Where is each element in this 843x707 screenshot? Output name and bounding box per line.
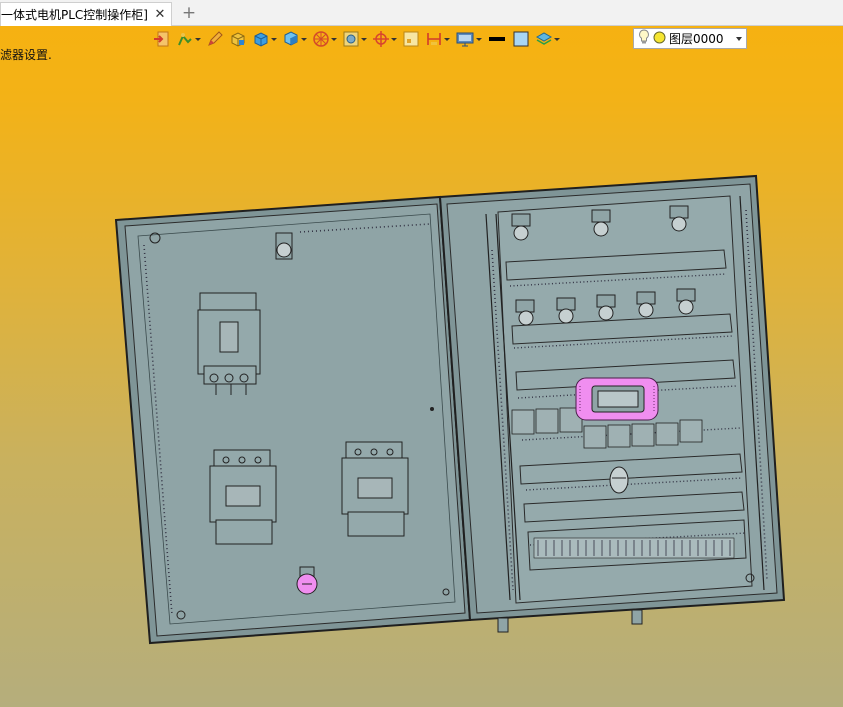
document-tab[interactable]: 一体式电机PLC控制操作柜] ✕ (0, 2, 172, 26)
chevron-down-icon[interactable] (443, 29, 450, 49)
chevron-down-icon[interactable] (732, 29, 746, 48)
display-icon[interactable] (455, 29, 482, 49)
chevron-down-icon[interactable] (475, 29, 482, 49)
layer-dropdown[interactable]: 图层0000 (633, 28, 747, 49)
selector-switch (609, 466, 629, 494)
close-icon[interactable]: ✕ (153, 7, 167, 22)
document-tab-title: 一体式电机PLC控制操作柜] (1, 8, 148, 22)
chevron-down-icon[interactable] (300, 29, 307, 49)
document-tab-bar: 一体式电机PLC控制操作柜] ✕ + (0, 0, 843, 26)
contactor-left (209, 449, 277, 545)
cube-view-icon[interactable] (282, 29, 307, 49)
indicator-lamp (275, 232, 293, 260)
pencil-icon[interactable] (206, 29, 224, 49)
cabinet-body-right (438, 174, 786, 633)
lightbulb-icon[interactable] (638, 29, 650, 48)
3d-viewport[interactable] (0, 52, 843, 707)
plc-display (575, 377, 659, 421)
yellow-circle-icon[interactable] (653, 31, 666, 47)
layer-name: 图层0000 (669, 32, 724, 46)
chevron-down-icon[interactable] (270, 29, 277, 49)
chevron-down-icon[interactable] (360, 29, 367, 49)
chevron-down-icon[interactable] (194, 29, 201, 49)
cabinet-door-left (114, 195, 472, 645)
emergency-button (296, 566, 318, 595)
cube-icon[interactable] (252, 29, 277, 49)
layer-stack-icon[interactable] (535, 29, 560, 49)
chevron-down-icon[interactable] (390, 29, 397, 49)
frame-icon[interactable] (402, 29, 420, 49)
line-color-icon[interactable] (487, 29, 507, 49)
circuit-breaker (197, 292, 261, 395)
solid-box-icon[interactable] (229, 29, 247, 49)
render-style-icon[interactable] (342, 29, 367, 49)
new-tab-button[interactable]: + (180, 4, 198, 22)
dimension-icon[interactable] (425, 29, 450, 49)
wheel-icon[interactable] (312, 29, 337, 49)
contactor-right (341, 441, 409, 537)
exit-icon[interactable] (153, 29, 171, 49)
chevron-down-icon[interactable] (330, 29, 337, 49)
fill-color-icon[interactable] (512, 29, 530, 49)
crosshair-icon[interactable] (372, 29, 397, 49)
sketch-tool-icon[interactable] (176, 29, 201, 49)
cabinet-model (114, 174, 786, 645)
chevron-down-icon[interactable] (553, 29, 560, 49)
view-toolbar (153, 28, 565, 50)
